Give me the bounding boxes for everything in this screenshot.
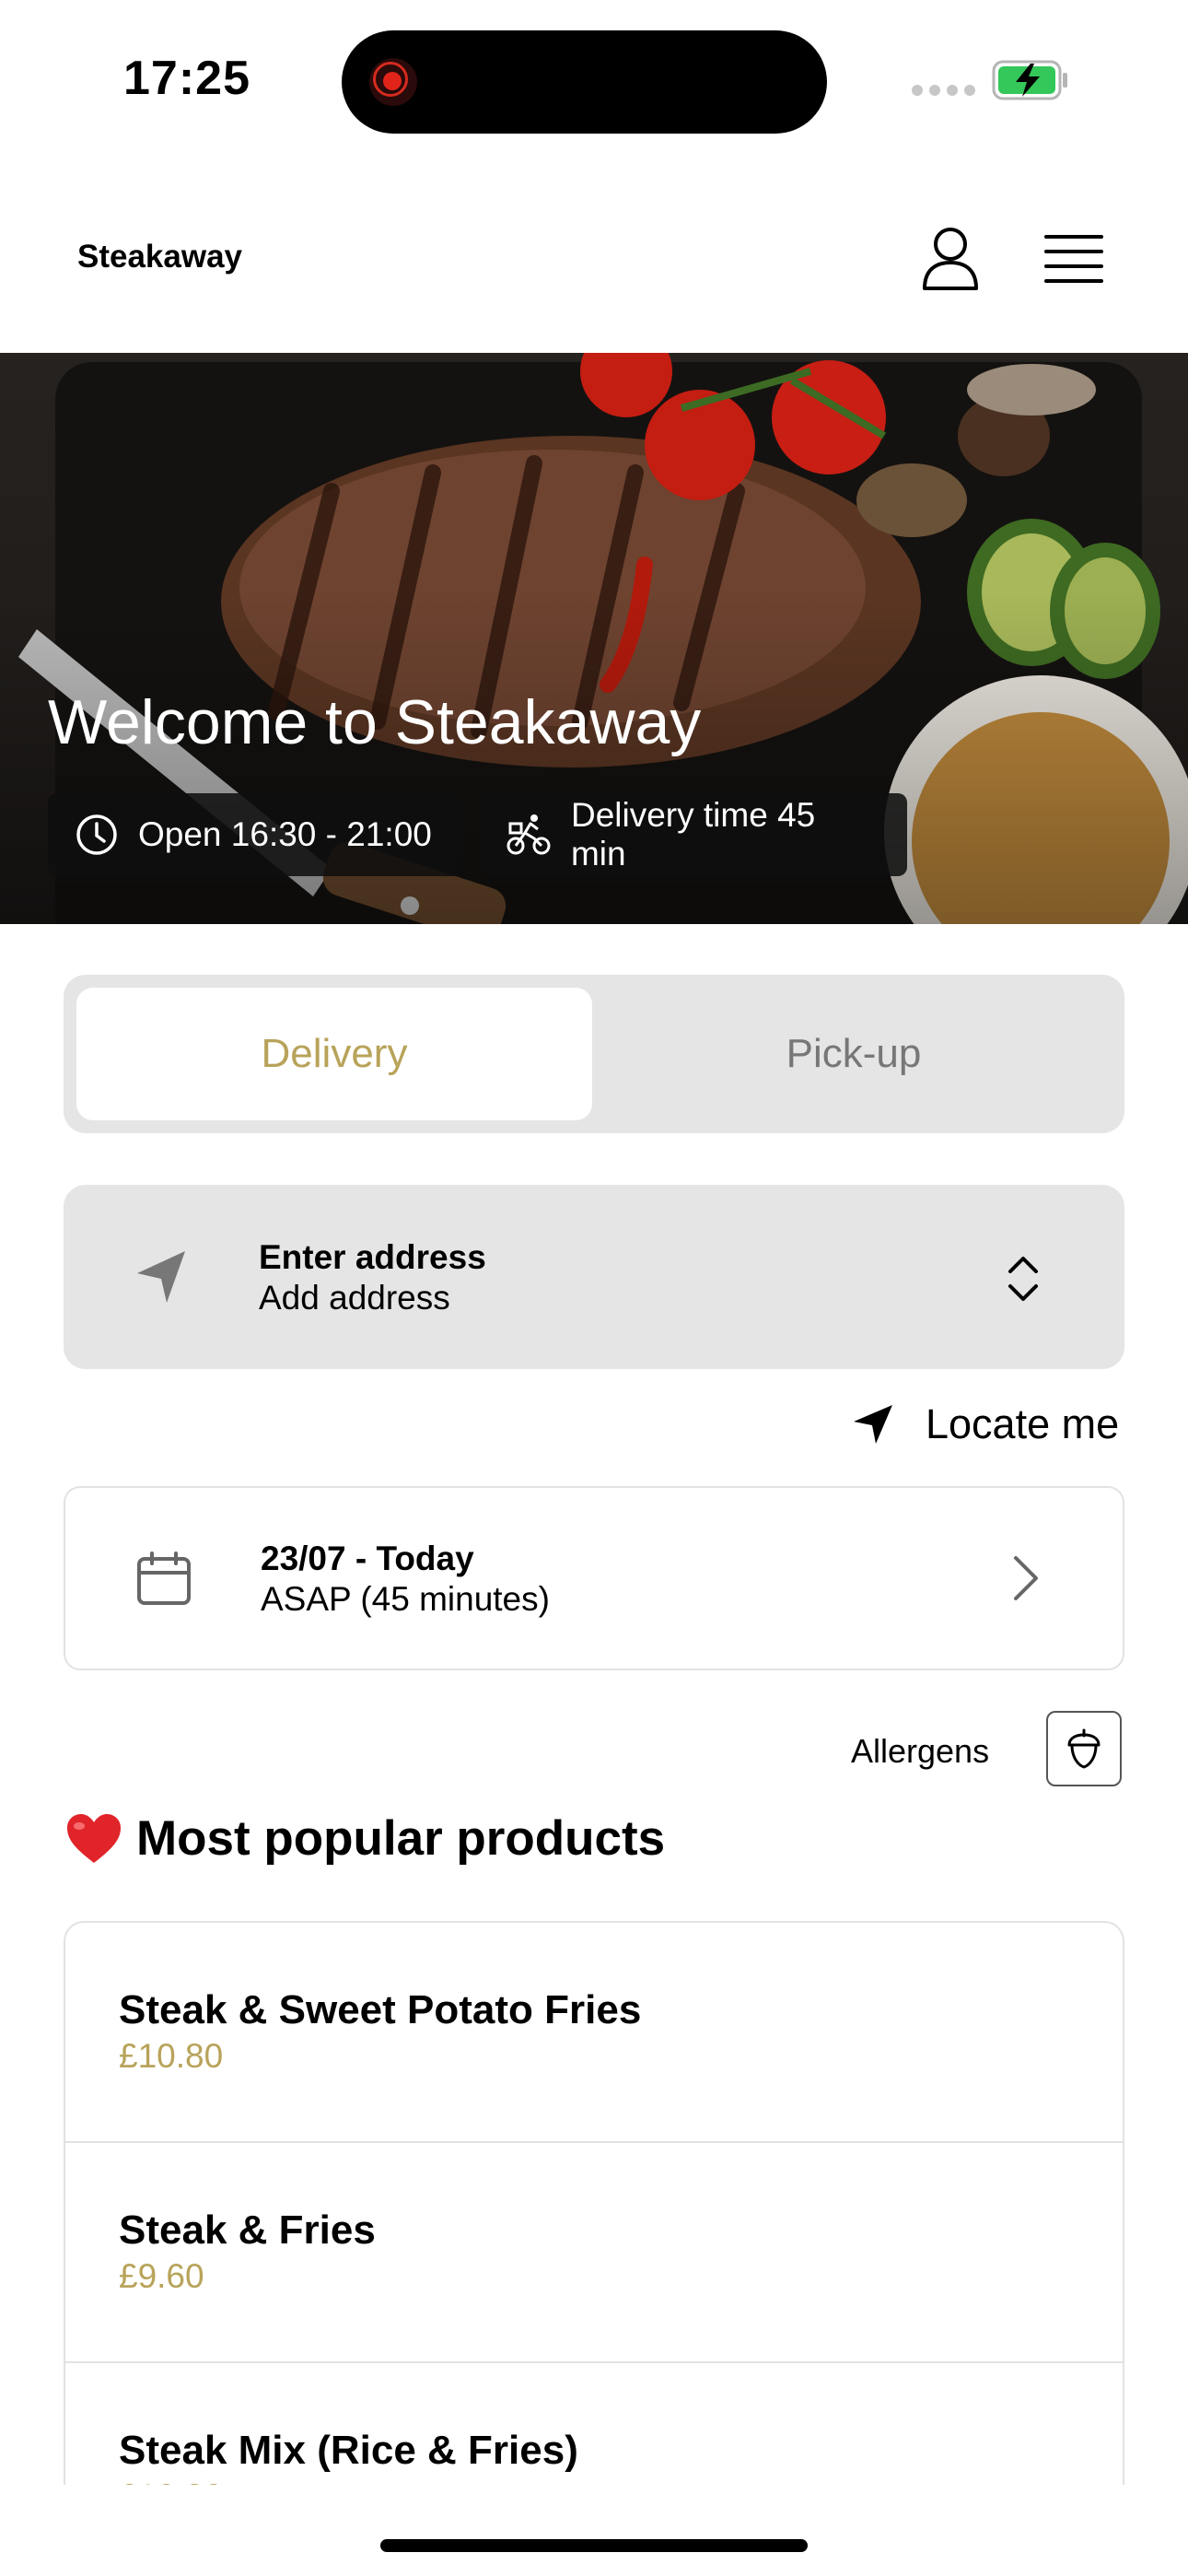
signal-icon	[912, 85, 975, 96]
screen-recording-icon	[369, 58, 417, 106]
allergens-button[interactable]	[1046, 1711, 1122, 1786]
pickup-tab[interactable]: Pick-up	[596, 988, 1112, 1120]
hero-banner: Welcome to Steakaway Open 16:30 - 21:00 …	[0, 353, 1188, 924]
locate-me-button[interactable]: Locate me	[852, 1400, 1119, 1448]
product-item[interactable]: Steak & Fries £9.60	[65, 2143, 1123, 2363]
address-selector[interactable]: Enter address Add address	[64, 1185, 1124, 1369]
battery-charging-icon	[992, 60, 1067, 100]
account-icon[interactable]	[921, 226, 980, 292]
location-arrow-icon	[854, 1405, 892, 1444]
heart-icon	[67, 1813, 121, 1863]
dynamic-island	[342, 30, 827, 134]
status-time: 17:25	[123, 52, 250, 105]
address-title: Enter address	[259, 1238, 486, 1276]
chevron-right-icon	[1014, 1556, 1038, 1600]
home-indicator[interactable]	[380, 2539, 808, 2552]
product-price: £10.80	[119, 2477, 223, 2485]
product-name: Steak Mix (Rice & Fries)	[119, 2428, 578, 2473]
delivery-date: 23/07 - Today	[261, 1540, 474, 1577]
popular-section-title: Most popular products	[64, 1810, 665, 1867]
calendar-icon	[137, 1551, 191, 1605]
product-price: £9.60	[119, 2257, 204, 2295]
bicycle-courier-icon	[507, 814, 551, 855]
popular-title-text: Most popular products	[136, 1811, 666, 1866]
address-subtitle: Add address	[259, 1279, 450, 1317]
opening-hours-text: Open 16:30 - 21:00	[138, 815, 432, 853]
product-name: Steak & Fries	[119, 2207, 376, 2253]
delivery-tab[interactable]: Delivery	[76, 988, 592, 1120]
location-arrow-icon	[137, 1251, 185, 1303]
allergens-label: Allergens	[851, 1732, 990, 1770]
delivery-time-badge: Delivery time 45 min	[479, 793, 907, 876]
popular-products-list: Steak & Sweet Potato Fries £10.80 Steak …	[64, 1921, 1124, 2485]
opening-hours-badge: Open 16:30 - 21:00	[48, 793, 462, 876]
product-name: Steak & Sweet Potato Fries	[119, 1987, 642, 2032]
delivery-slot: ASAP (45 minutes)	[261, 1580, 550, 1618]
brand-title[interactable]: Steakaway	[77, 239, 242, 275]
order-mode-toggle: Delivery Pick-up	[64, 975, 1124, 1133]
product-price: £10.80	[119, 2037, 224, 2075]
delivery-time-text: Delivery time 45 min	[570, 796, 816, 872]
hero-title: Welcome to Steakaway	[48, 687, 702, 757]
product-item[interactable]: Steak & Sweet Potato Fries £10.80	[65, 1923, 1123, 2143]
chevron-up-down-icon	[1008, 1257, 1038, 1301]
menu-icon[interactable]	[1044, 233, 1103, 285]
acorn-icon	[1067, 1728, 1101, 1769]
clock-icon	[76, 814, 117, 855]
product-item[interactable]: Steak Mix (Rice & Fries) £10.80	[65, 2363, 1123, 2485]
locate-me-label: Locate me	[926, 1400, 1120, 1447]
delivery-time-selector[interactable]: 23/07 - Today ASAP (45 minutes)	[64, 1486, 1124, 1670]
